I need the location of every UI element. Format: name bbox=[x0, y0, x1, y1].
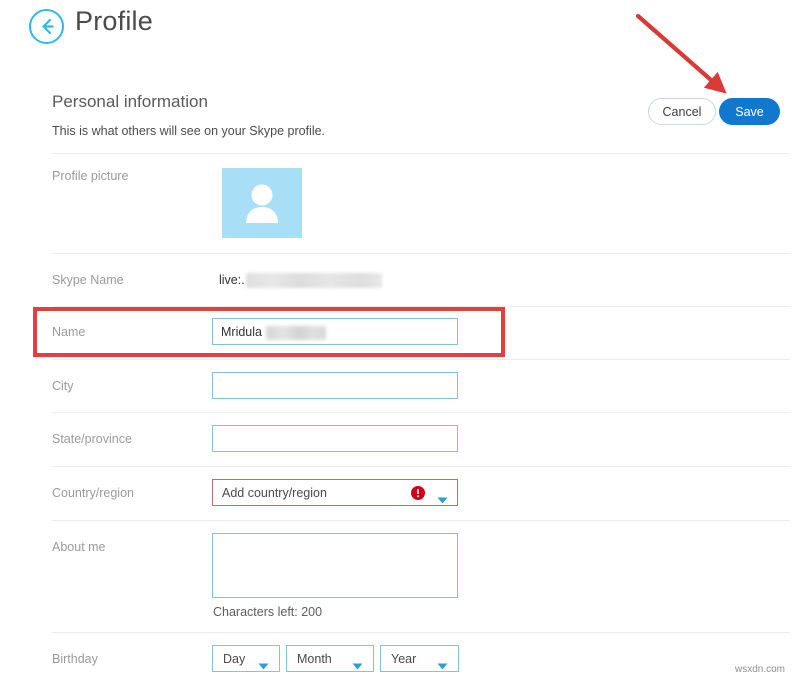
error-exclamation-icon bbox=[411, 486, 425, 500]
about-me-label: About me bbox=[52, 540, 106, 554]
birthday-month-select[interactable]: Month bbox=[286, 645, 374, 672]
name-input[interactable] bbox=[212, 318, 458, 345]
cancel-button[interactable]: Cancel bbox=[648, 98, 716, 125]
profile-picture[interactable] bbox=[222, 168, 302, 238]
characters-left-counter: Characters left: 200 bbox=[213, 605, 322, 619]
profile-picture-label: Profile picture bbox=[52, 169, 128, 183]
city-input[interactable] bbox=[212, 372, 458, 399]
section-subtitle: This is what others will see on your Sky… bbox=[52, 124, 325, 138]
birthday-year-select[interactable]: Year bbox=[380, 645, 459, 672]
row-separator bbox=[52, 632, 790, 633]
page-header: Profile bbox=[0, 0, 800, 62]
birthday-label: Birthday bbox=[52, 652, 98, 666]
state-province-input[interactable] bbox=[212, 425, 458, 452]
row-separator bbox=[52, 412, 790, 413]
skype-name-value: live:. bbox=[219, 273, 382, 288]
back-arrow-icon bbox=[31, 11, 62, 42]
skype-name-text: live:. bbox=[219, 273, 245, 287]
skype-name-label: Skype Name bbox=[52, 273, 124, 287]
back-button[interactable] bbox=[29, 9, 64, 44]
watermark: wsxdn.com bbox=[735, 664, 785, 675]
row-separator bbox=[52, 306, 790, 307]
chevron-down-icon[interactable] bbox=[437, 657, 448, 675]
birthday-year-value: Year bbox=[391, 652, 416, 666]
chevron-down-icon[interactable] bbox=[258, 657, 269, 675]
country-region-label: Country/region bbox=[52, 486, 134, 500]
chevron-down-icon[interactable] bbox=[352, 657, 363, 675]
section-title: Personal information bbox=[52, 92, 208, 112]
birthday-day-value: Day bbox=[223, 652, 245, 666]
chevron-down-icon[interactable] bbox=[437, 491, 448, 509]
country-region-select[interactable]: Add country/region bbox=[212, 479, 458, 506]
city-label: City bbox=[52, 379, 74, 393]
birthday-month-value: Month bbox=[297, 652, 332, 666]
row-separator bbox=[52, 466, 790, 467]
redaction-block bbox=[246, 273, 382, 288]
birthday-day-select[interactable]: Day bbox=[212, 645, 280, 672]
person-avatar-icon bbox=[222, 225, 302, 242]
page-title: Profile bbox=[75, 6, 153, 37]
save-button[interactable]: Save bbox=[719, 98, 780, 125]
country-region-value: Add country/region bbox=[222, 486, 327, 500]
about-me-input[interactable] bbox=[212, 533, 458, 598]
row-separator bbox=[52, 253, 790, 254]
row-separator bbox=[52, 520, 790, 521]
row-separator bbox=[52, 359, 790, 360]
name-label: Name bbox=[52, 325, 85, 339]
row-separator bbox=[52, 153, 790, 154]
state-province-label: State/province bbox=[52, 432, 132, 446]
